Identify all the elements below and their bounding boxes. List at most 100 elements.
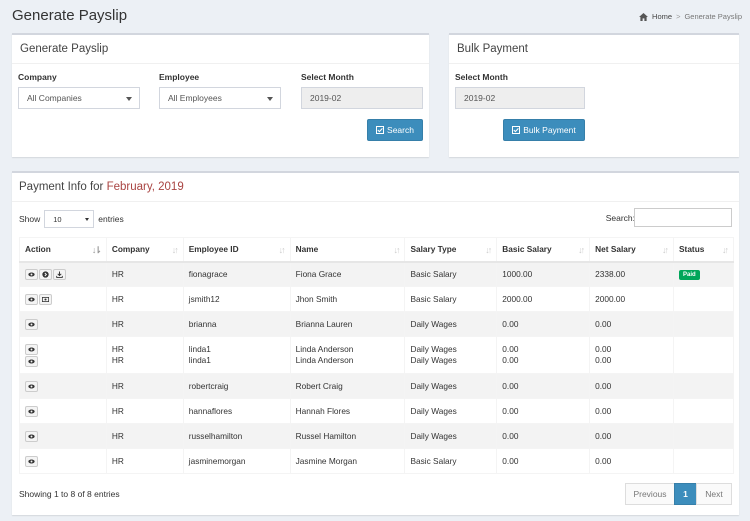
table-search-label: Search: [605,213,635,223]
search-button[interactable]: Search [367,119,423,141]
column-header-company[interactable]: Company ↓↑ [105,237,184,263]
column-header-basic-salary[interactable]: Basic Salary ↓↑ [496,237,591,263]
sort-asc-icon: ↓⇂ [91,245,102,255]
pagination-next[interactable]: Next [696,483,732,505]
cell-basic: 0.00 [502,344,519,354]
table-header-row: Action ↓⇂ Company ↓↑ Employee ID ↓↑ Name ↓↑ … [19,237,734,263]
pay-button[interactable] [39,293,52,305]
pagination-page-1[interactable]: 1 [674,483,697,505]
cell-salary_type: Basic Salary [410,293,457,304]
eye-icon [28,383,35,390]
cell-name: Brianna Lauren [295,318,353,329]
cell-company: HR [111,294,124,304]
cell-employee_id: jsmith12 [188,293,220,304]
open-button[interactable] [39,268,52,280]
table-search-input[interactable] [634,208,732,227]
arrow-circle-right-icon [42,271,49,278]
cell-net: 2338.00 [595,268,626,279]
employee-label: Employee [159,72,200,82]
view-button[interactable] [25,355,38,367]
cell-employee_id: robertcraig [188,380,229,391]
checkbox-icon [512,126,521,134]
bulk-select-month-label: Select Month [455,72,508,82]
bulk-month-input[interactable]: 2019-02 [455,87,585,109]
cell-net: 0.00 [595,355,612,365]
view-button[interactable] [25,268,38,280]
cell-salary_type: Daily Wages [410,355,457,365]
view-button[interactable] [25,380,38,392]
cell-company: HR [111,319,124,329]
view-button[interactable] [25,405,38,417]
cell-salary_type: Daily Wages [410,380,457,391]
eye-icon [28,408,35,415]
payment-year: 2019 [158,181,184,193]
page-title: Generate Payslip [12,7,128,24]
select-month-label: Select Month [301,72,354,82]
sort-icon: ↓↑ [662,245,669,255]
sort-icon: ↓↑ [393,245,400,255]
cell-name: Fiona Grace [295,268,342,279]
cell-salary_type: Basic Salary [410,268,457,279]
cell-company: HR [111,406,124,416]
company-label: Company [18,72,57,82]
cell-salary_type: Daily Wages [410,344,457,354]
breadcrumb-separator: > [676,12,681,21]
cell-basic: 0.00 [502,380,519,391]
month-input[interactable]: 2019-02 [301,87,423,109]
cell-name: Russel Hamilton [295,430,357,441]
sort-icon: ↓↑ [578,245,585,255]
cell-employee_id: linda1 [188,355,211,365]
entries-length-select[interactable]: 10 [44,210,95,228]
view-button[interactable] [25,318,38,330]
download-button[interactable] [53,268,66,280]
eye-icon [28,296,35,303]
payment-table-body: HR fionagrace Fiona Grace Basic Salary 1000.… [19,261,734,474]
cell-action [19,423,107,449]
view-button[interactable] [25,293,38,305]
pagination-previous[interactable]: Previous [625,483,675,505]
cell-name: Hannah Flores [295,405,351,416]
cell-net: 0.00 [595,455,612,466]
table-row: HR russelhamilton Russel Hamilton Daily Wag… [19,423,734,449]
cell-name: Jhon Smith [295,293,338,304]
cell-basic: 0.00 [502,318,519,329]
cell-company: HR [111,344,124,354]
column-header-net-salary[interactable]: Net Salary ↓↑ [589,237,675,263]
column-header-employee-id[interactable]: Employee ID ↓↑ [182,237,291,263]
column-header-action[interactable]: Action ↓⇂ [19,237,107,263]
panel-divider [12,201,739,202]
cell-salary_type: Daily Wages [410,405,457,416]
column-header-name[interactable]: Name ↓↑ [289,237,406,263]
cell-name: Robert Craig [295,380,343,391]
column-header-salary-type[interactable]: Salary Type ↓↑ [404,237,498,263]
bulk-payment-button[interactable]: Bulk Payment [503,119,585,141]
cell-action [19,336,107,374]
table-row: HR HR linda1 linda1 Linda Anderson Linda Ande… [19,336,734,374]
breadcrumb-home-link[interactable]: Home [652,12,672,21]
table-row: HR jasminemorgan Jasmine Morgan Basic Salar… [19,448,734,474]
checkbox-icon [376,126,385,134]
cell-company: HR [111,381,124,391]
table-row: HR jsmith12 Jhon Smith Basic Salary 2000.00 2… [19,286,734,312]
employee-select[interactable]: All Employees [159,87,281,109]
cell-action [19,311,107,337]
cell-employee_id: jasminemorgan [188,455,246,466]
table-row: HR robertcraig Robert Craig Daily Wages 0.00… [19,373,734,399]
cell-net: 0.00 [595,405,612,416]
cell-basic: 1000.00 [502,268,533,279]
table-row: HR hannaflores Hannah Flores Daily Wages 0.0… [19,398,734,424]
column-header-status[interactable]: Status ↓↑ [673,237,734,263]
cell-basic: 0.00 [502,355,519,365]
view-button[interactable] [25,430,38,442]
company-select[interactable]: All Companies [18,87,140,109]
generate-payslip-panel: Generate Payslip Company All Companies E… [12,33,429,157]
chevron-down-icon [267,97,273,101]
breadcrumb: Home > Generate Payslip [639,12,742,21]
cell-company: HR [111,269,124,280]
cell-action [19,286,107,312]
pagination: Previous 1 Next [625,483,732,505]
chevron-down-icon [85,218,90,221]
view-button[interactable] [25,343,38,355]
view-button[interactable] [25,455,38,467]
cell-employee_id: brianna [188,318,217,329]
